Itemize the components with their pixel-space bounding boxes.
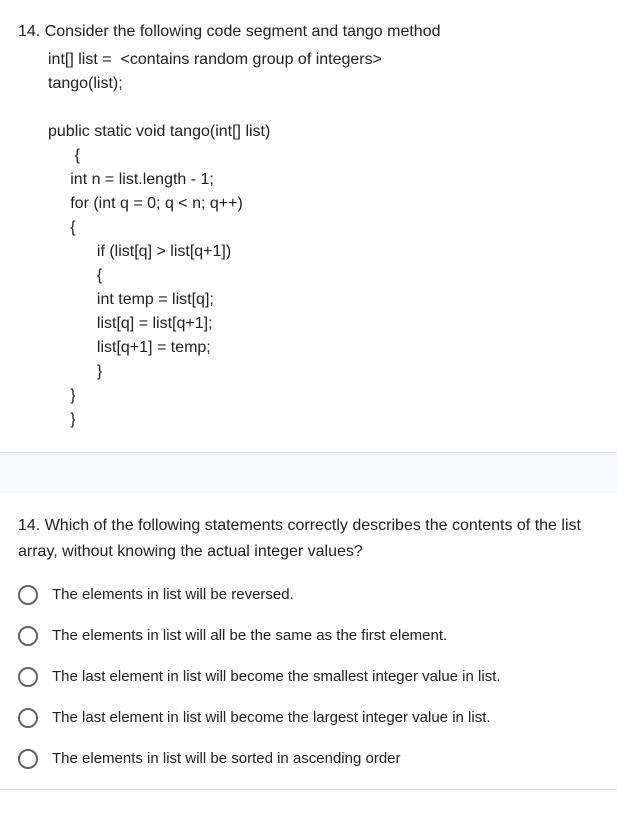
code-line: int[] list = <contains random group of i… xyxy=(48,51,382,68)
option-label: The last element in list will become the… xyxy=(52,666,501,687)
code-line: tango(list); xyxy=(48,75,123,92)
code-line: int n = list.length - 1; xyxy=(70,171,214,188)
option-label: The elements in list will be sorted in a… xyxy=(52,748,401,769)
code-setup: int[] list = <contains random group of i… xyxy=(18,48,599,432)
option-1[interactable]: The elements in list will be reversed. xyxy=(18,584,599,605)
code-line: list[q+1] = temp; xyxy=(97,339,211,356)
code-line: } xyxy=(70,411,75,428)
answer-question-card: 14. Which of the following statements co… xyxy=(0,493,617,790)
radio-icon xyxy=(18,626,38,646)
code-line: } xyxy=(97,363,102,380)
code-line: { xyxy=(97,267,102,284)
question-intro: 14. Consider the following code segment … xyxy=(18,20,599,44)
radio-icon xyxy=(18,585,38,605)
options-group: The elements in list will be reversed. T… xyxy=(18,584,599,769)
code-line: int temp = list[q]; xyxy=(97,291,214,308)
code-line: { xyxy=(75,147,80,164)
option-label: The last element in list will become the… xyxy=(52,707,491,728)
code-line: if (list[q] > list[q+1]) xyxy=(97,243,231,260)
option-label: The elements in list will be reversed. xyxy=(52,584,294,605)
question-prompt: 14. Which of the following statements co… xyxy=(18,513,599,564)
code-line: public static void tango(int[] list) xyxy=(48,123,270,140)
code-question-card: 14. Consider the following code segment … xyxy=(0,0,617,453)
option-2[interactable]: The elements in list will all be the sam… xyxy=(18,625,599,646)
radio-icon xyxy=(18,708,38,728)
radio-icon xyxy=(18,667,38,687)
option-5[interactable]: The elements in list will be sorted in a… xyxy=(18,748,599,769)
option-label: The elements in list will all be the sam… xyxy=(52,625,447,646)
code-line: for (int q = 0; q < n; q++) xyxy=(70,195,243,212)
code-line: } xyxy=(70,387,75,404)
option-3[interactable]: The last element in list will become the… xyxy=(18,666,599,687)
code-line: { xyxy=(70,219,75,236)
option-4[interactable]: The last element in list will become the… xyxy=(18,707,599,728)
card-separator xyxy=(0,453,617,493)
code-line: list[q] = list[q+1]; xyxy=(97,315,213,332)
radio-icon xyxy=(18,749,38,769)
